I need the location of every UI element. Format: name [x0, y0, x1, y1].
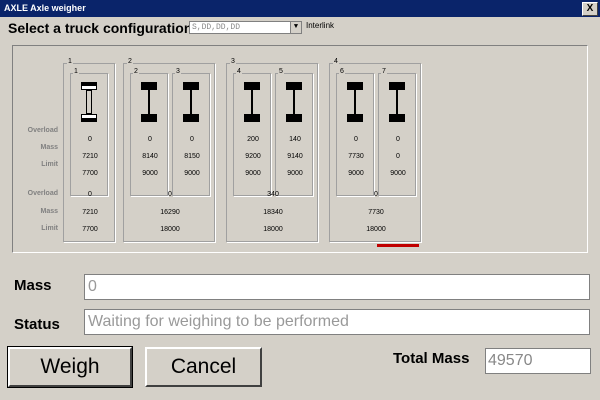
dual-axle-icon: [244, 82, 260, 122]
group-overload-value: 340: [267, 191, 279, 198]
truck-config-label: Select a truck configuration:: [8, 20, 198, 36]
status-field[interactable]: Waiting for weighing to be performed: [84, 309, 590, 335]
axle-overload-value: 0: [88, 136, 92, 143]
axle-mass-value: 9140: [287, 153, 303, 160]
axle-mass-value: 7210: [82, 153, 98, 160]
axle-mass-value: 7730: [348, 153, 364, 160]
axle-weigher-window: AXLE Axle weigher X Select a truck confi…: [0, 0, 600, 400]
group-mass-value: 18340: [263, 209, 283, 216]
group-limit-value: 7700: [82, 226, 98, 233]
axle-group-1: 1 1 0 7210 7700 0 7210 7700: [63, 58, 115, 242]
axle-limit-value: 7700: [82, 170, 98, 177]
axle-mass-value: 8140: [142, 153, 158, 160]
total-mass-label: Total Mass: [393, 350, 470, 367]
axle-limit-value: 9000: [348, 170, 364, 177]
axle-limit-value: 9000: [142, 170, 158, 177]
axle-group-4: 4 6 0 7730 9000 7 0 0 9000 0 7730 18000: [329, 58, 421, 242]
single-axle-icon: [81, 82, 97, 122]
interlink-label: Interlink: [306, 21, 335, 30]
axle-overload-value: 0: [148, 136, 152, 143]
group-overload-value: 0: [168, 191, 172, 198]
group-number: 1: [67, 58, 73, 65]
group-mass-value: 7730: [368, 209, 384, 216]
truck-config-select[interactable]: S,DD,DD,DD ▼: [189, 21, 302, 34]
group-overload-value: 0: [374, 191, 378, 198]
dual-axle-icon: [347, 82, 363, 122]
axle-6: 6 0 7730 9000: [336, 68, 374, 196]
row-label-limit: Limit: [41, 161, 58, 168]
axle-limit-value: 9000: [184, 170, 200, 177]
row-label-group-limit: Limit: [41, 225, 58, 232]
axle-limit-value: 9000: [287, 170, 303, 177]
row-label-group-mass: Mass: [40, 208, 58, 215]
axle-mass-value: 0: [396, 153, 400, 160]
axle-overload-value: 140: [289, 136, 301, 143]
dual-axle-icon: [286, 82, 302, 122]
group-limit-value: 18000: [160, 226, 180, 233]
truck-config-value: S,DD,DD,DD: [192, 23, 241, 32]
row-label-group-overload: Overload: [27, 190, 58, 197]
group-limit-value: 18000: [263, 226, 283, 233]
axle-5: 5 140 9140 9000: [275, 68, 313, 196]
axle-number: 3: [175, 68, 181, 75]
axle-4: 4 200 9200 9000: [233, 68, 271, 196]
dual-axle-icon: [389, 82, 405, 122]
axle-mass-value: 9200: [245, 153, 261, 160]
mass-field[interactable]: 0: [84, 274, 590, 300]
axle-overload-value: 0: [190, 136, 194, 143]
axle-mass-value: 8150: [184, 153, 200, 160]
axle-3: 3 0 8150 9000: [172, 68, 210, 196]
axle-1: 1 0 7210 7700: [70, 68, 108, 196]
total-mass-field[interactable]: 49570: [485, 348, 591, 374]
cancel-button[interactable]: Cancel: [145, 347, 262, 387]
group-number: 2: [127, 58, 133, 65]
window-title: AXLE Axle weigher: [4, 3, 86, 13]
axle-group-3: 3 4 200 9200 9000 5 140 9140 9000 340 18…: [226, 58, 318, 242]
axle-overload-value: 200: [247, 136, 259, 143]
weigh-button[interactable]: Weigh: [7, 346, 133, 388]
row-label-mass: Mass: [40, 144, 58, 151]
dual-axle-icon: [141, 82, 157, 122]
axle-limit-value: 9000: [245, 170, 261, 177]
axle-overload-value: 0: [396, 136, 400, 143]
row-label-overload: Overload: [27, 127, 58, 134]
axle-number: 6: [339, 68, 345, 75]
axle-number: 7: [381, 68, 387, 75]
mass-label: Mass: [14, 277, 52, 294]
axle-number: 5: [278, 68, 284, 75]
chevron-down-icon[interactable]: ▼: [290, 22, 301, 33]
axle-panel: Overload Mass Limit Overload Mass Limit …: [12, 45, 588, 253]
axle-limit-value: 9000: [390, 170, 406, 177]
group-number: 4: [333, 58, 339, 65]
group-number: 3: [230, 58, 236, 65]
status-label: Status: [14, 316, 60, 333]
axle-7: 7 0 0 9000: [378, 68, 416, 196]
active-axle-indicator: [377, 244, 419, 247]
group-mass-value: 7210: [82, 209, 98, 216]
axle-group-2: 2 2 0 8140 9000 3 0 8150 9000 0 16290 18…: [123, 58, 215, 242]
axle-2: 2 0 8140 9000: [130, 68, 168, 196]
group-overload-value: 0: [88, 191, 92, 198]
group-mass-value: 16290: [160, 209, 180, 216]
axle-number: 2: [133, 68, 139, 75]
axle-number: 4: [236, 68, 242, 75]
close-button[interactable]: X: [582, 2, 598, 16]
dual-axle-icon: [183, 82, 199, 122]
axle-overload-value: 0: [354, 136, 358, 143]
title-bar: AXLE Axle weigher X: [0, 0, 600, 17]
axle-number: 1: [73, 68, 79, 75]
group-limit-value: 18000: [366, 226, 386, 233]
